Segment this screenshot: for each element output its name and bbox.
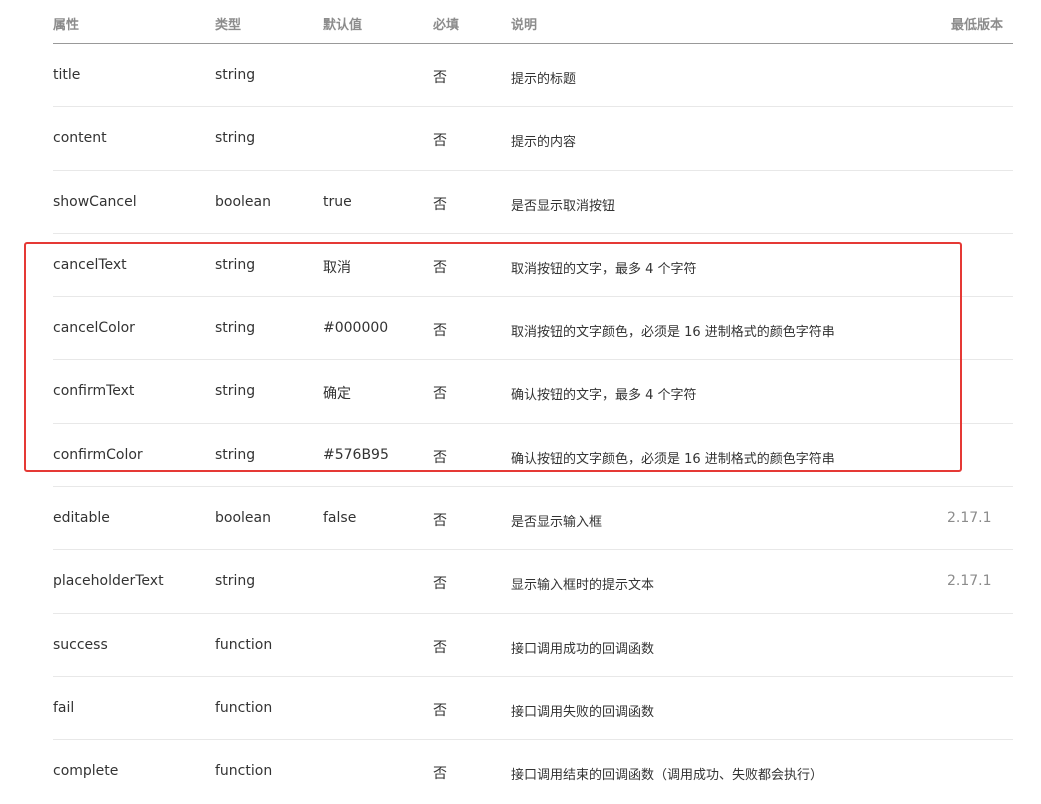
header-version: 最低版本 xyxy=(950,18,1003,33)
row-type: string xyxy=(215,446,256,463)
row-desc: 提示的标题 xyxy=(511,72,577,87)
row-desc: 提示的内容 xyxy=(511,135,577,151)
row-type: string xyxy=(215,320,256,337)
row-type: string xyxy=(215,573,256,590)
row-attr: placeholderText xyxy=(53,573,164,590)
table-row: title string 否 提示的标题 xyxy=(53,44,1013,108)
row-required: 否 xyxy=(433,196,447,213)
row-type: boolean xyxy=(215,193,271,210)
header-type: 类型 xyxy=(215,18,242,33)
row-required: 否 xyxy=(433,133,447,150)
row-desc: 接口调用成功的回调函数 xyxy=(511,641,655,657)
row-type: string xyxy=(215,256,256,273)
row-desc: 接口调用失败的回调函数 xyxy=(511,704,655,720)
row-attr: confirmText xyxy=(53,383,135,400)
table-row: fail function 否 接口调用失败的回调函数 xyxy=(53,677,1013,741)
row-version: 2.17.1 xyxy=(947,573,992,590)
header-attr: 属性 xyxy=(53,18,80,33)
row-attr: title xyxy=(53,67,81,83)
row-attr: fail xyxy=(53,699,75,716)
params-table: 属性 类型 默认值 必填 说明 最低版本 title string 否 提示的标题 co… xyxy=(53,0,1013,804)
row-required: 否 xyxy=(433,702,447,719)
table-row: confirmColor string #576B95 否 确认按钮的文字颜色，必须是 … xyxy=(53,424,1013,488)
row-default: false xyxy=(323,510,357,527)
row-attr: complete xyxy=(53,763,119,780)
table-row: placeholderText string 否 显示输入框时的提示文本 2.17.1 xyxy=(53,550,1013,614)
row-attr: showCancel xyxy=(53,193,137,210)
row-required: 否 xyxy=(433,576,447,593)
row-required: 否 xyxy=(433,639,447,656)
row-type: string xyxy=(215,130,256,147)
row-attr: confirmColor xyxy=(53,446,143,463)
row-type: string xyxy=(215,383,256,400)
row-attr: editable xyxy=(53,510,110,527)
table-row: confirmText string 确定 否 确认按钮的文字，最多 4 个字符 xyxy=(53,360,1013,424)
row-required: 否 xyxy=(433,386,447,403)
row-required: 否 xyxy=(433,449,447,466)
row-required: 否 xyxy=(433,766,447,783)
row-required: 否 xyxy=(433,513,447,530)
row-default: 取消 xyxy=(323,259,351,276)
table-row: editable boolean false 否 是否显示输入框 2.17.1 xyxy=(53,487,1013,551)
row-attr: success xyxy=(53,636,108,653)
header-default: 默认值 xyxy=(323,18,363,33)
table-row: content string 否 提示的内容 xyxy=(53,107,1013,171)
row-desc: 确认按钮的文字颜色，必须是 16 进制格式的颜色字符串 xyxy=(511,451,835,467)
row-required: 否 xyxy=(433,259,447,276)
row-default: #576B95 xyxy=(323,446,389,463)
row-default: #000000 xyxy=(323,320,389,337)
row-attr: content xyxy=(53,130,107,147)
header-required: 必填 xyxy=(433,18,460,33)
row-desc: 显示输入框时的提示文本 xyxy=(511,578,655,594)
row-attr: cancelColor xyxy=(53,320,135,337)
row-desc: 确认按钮的文字，最多 4 个字符 xyxy=(511,388,697,404)
row-type: function xyxy=(215,763,273,780)
row-required: 否 xyxy=(433,70,447,86)
table-header: 属性 类型 默认值 必填 说明 最低版本 xyxy=(53,0,1013,44)
row-type: boolean xyxy=(215,510,271,527)
row-attr: cancelText xyxy=(53,256,127,273)
row-desc: 取消按钮的文字颜色，必须是 16 进制格式的颜色字符串 xyxy=(511,325,835,341)
table-row: success function 否 接口调用成功的回调函数 xyxy=(53,614,1013,677)
row-desc: 取消按钮的文字，最多 4 个字符 xyxy=(511,261,697,277)
row-type: string xyxy=(215,67,256,83)
table-row: cancelText string 取消 否 取消按钮的文字，最多 4 个字符 xyxy=(53,234,1013,298)
row-required: 否 xyxy=(433,323,447,340)
row-desc: 是否显示取消按钮 xyxy=(511,198,616,214)
row-default: 确定 xyxy=(323,386,351,403)
row-default: true xyxy=(323,193,352,210)
table-body: title string 否提示的标题 content string 否提示的内容 show… xyxy=(53,44,1013,804)
row-desc: 是否显示输入框 xyxy=(511,515,603,531)
header-desc: 说明 xyxy=(511,18,538,33)
table-row: showCancel boolean true 否 是否显示取消按钮 xyxy=(53,171,1013,234)
row-version: 2.17.1 xyxy=(947,510,992,527)
row-type: function xyxy=(215,699,273,716)
table-row: cancelColor string #000000 否 取消按钮的文字颜色，必须是 1… xyxy=(53,297,1013,361)
row-desc: 接口调用结束的回调函数（调用成功、失败都会执行） xyxy=(511,768,824,784)
table-row: complete function 否 接口调用结束的回调函数（调用成功、失败都会执行… xyxy=(53,740,1013,803)
row-type: function xyxy=(215,636,273,653)
